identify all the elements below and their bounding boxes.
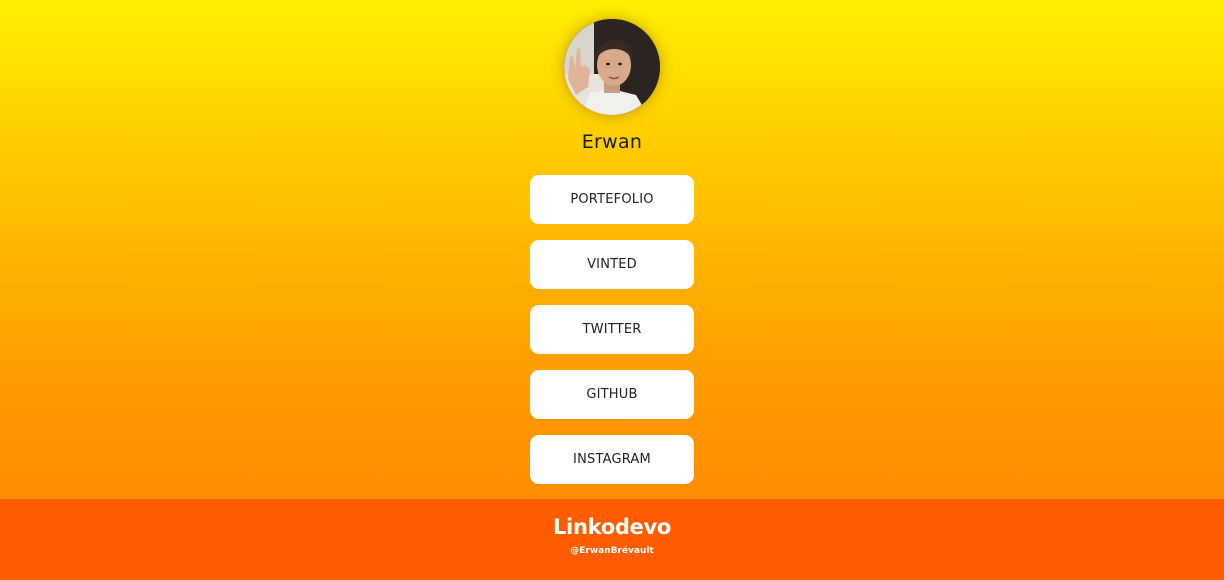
footer: Linkodevo @ErwanBrévault (0, 499, 1224, 580)
vinted-link-button[interactable]: VINTED (530, 240, 694, 289)
github-link-button[interactable]: GITHUB (530, 370, 694, 419)
link-list: PORTEFOLIO VINTED TWITTER GITHUB INSTAGR… (530, 175, 694, 500)
twitter-link-button[interactable]: TWITTER (530, 305, 694, 354)
footer-handle[interactable]: @ErwanBrévault (0, 546, 1224, 556)
avatar (564, 19, 660, 115)
portfolio-link-button[interactable]: PORTEFOLIO (530, 175, 694, 224)
profile-photo-icon (564, 19, 660, 115)
profile-name: Erwan (581, 131, 643, 153)
profile-page: Erwan PORTEFOLIO VINTED TWITTER GITHUB I… (0, 0, 1224, 499)
instagram-link-button[interactable]: INSTAGRAM (530, 435, 694, 484)
footer-brand[interactable]: Linkodevo (0, 515, 1224, 539)
